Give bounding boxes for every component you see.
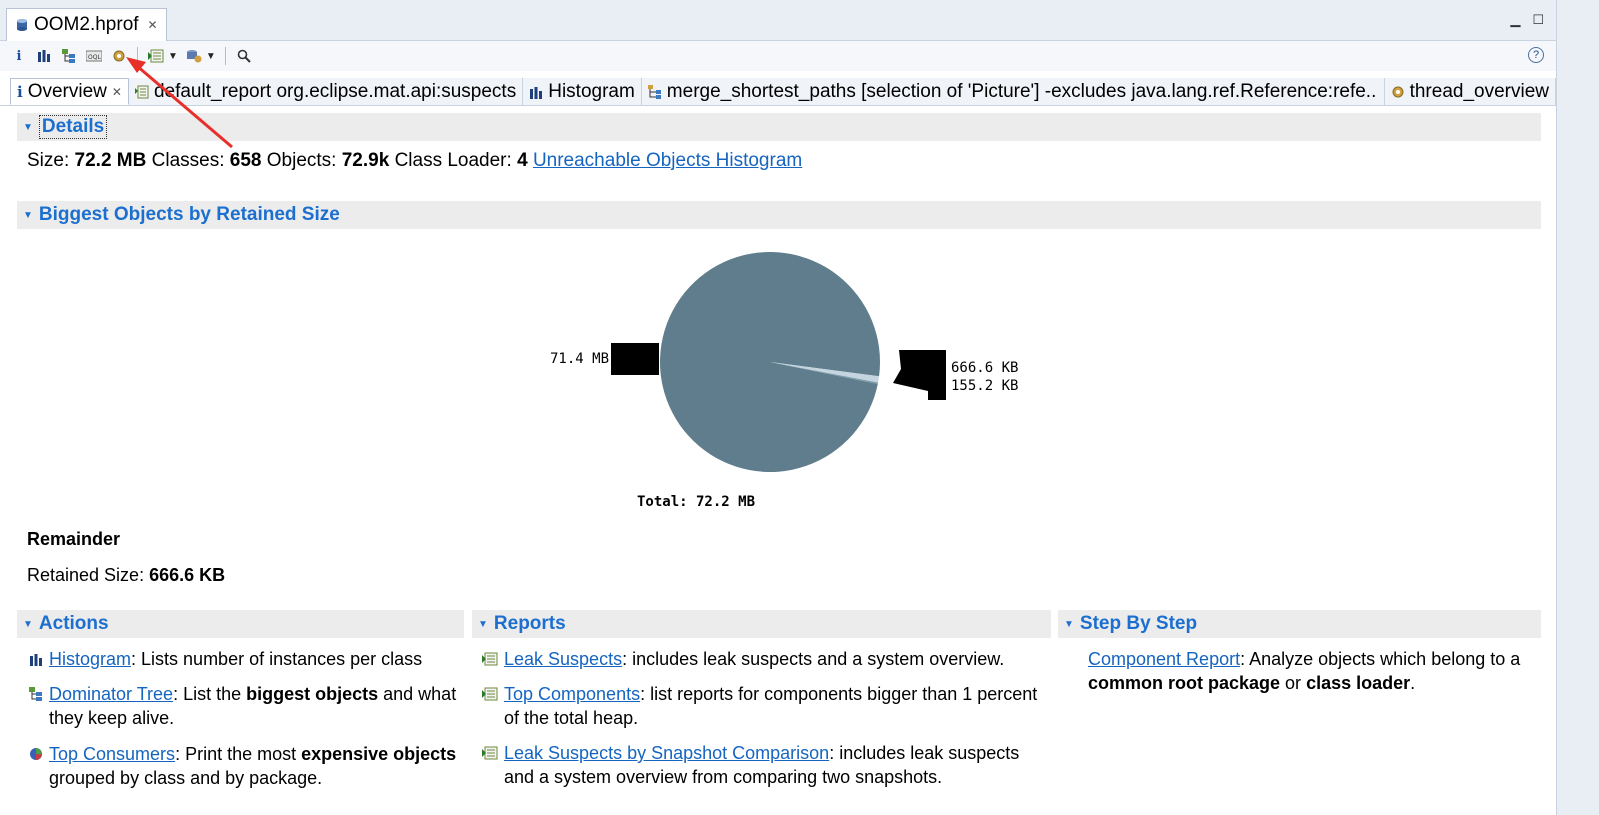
heap-dump-icon bbox=[17, 19, 27, 31]
report-icon bbox=[482, 746, 498, 760]
report-snapshot-comparison: Leak Suspects by Snapshot Comparison: in… bbox=[482, 741, 1042, 789]
report-leak-suspects: Leak Suspects: includes leak suspects an… bbox=[482, 647, 1042, 671]
description-text: or bbox=[1280, 673, 1307, 693]
thread-overview-icon bbox=[1392, 86, 1404, 97]
histogram-icon bbox=[530, 86, 543, 99]
paths-icon bbox=[647, 84, 661, 99]
minimize-icon[interactable]: ▁ bbox=[1510, 12, 1520, 28]
dominator-tree-link[interactable]: Dominator Tree bbox=[49, 684, 173, 704]
info-icon[interactable]: i bbox=[10, 47, 28, 65]
histogram-icon bbox=[30, 654, 42, 666]
toolbar: i OQL ▼ ▼ ? bbox=[0, 41, 1556, 71]
step-by-step-section-header[interactable]: ▼ Step By Step bbox=[1058, 610, 1541, 638]
tab-overview[interactable]: i Overview ✕ bbox=[10, 78, 129, 105]
report-icon bbox=[482, 652, 498, 666]
section-title: Actions bbox=[38, 613, 109, 634]
help-icon[interactable]: ? bbox=[1528, 47, 1544, 63]
tab-thread-overview[interactable]: thread_overview bbox=[1384, 78, 1556, 105]
description-bold: common root package bbox=[1088, 673, 1281, 693]
section-title: Step By Step bbox=[1079, 613, 1198, 634]
chevron-down-icon[interactable]: ▼ bbox=[478, 619, 488, 630]
editor-tab-title: OOM2.hprof bbox=[34, 14, 139, 35]
report-icon bbox=[482, 687, 498, 701]
maximize-icon[interactable]: ☐ bbox=[1532, 12, 1544, 28]
toolbar-separator bbox=[137, 47, 138, 65]
toolbar-separator bbox=[224, 47, 226, 65]
histogram-icon[interactable] bbox=[35, 47, 53, 65]
editor-tab-bar: OOM2.hprof ✕ ▁ ☐ bbox=[0, 0, 1556, 41]
description-text: grouped by class and by package. bbox=[49, 768, 323, 788]
tab-default-report[interactable]: default_report org.eclipse.mat.api:suspe… bbox=[128, 78, 524, 105]
pie-label: 666.6 KB bbox=[951, 360, 1018, 376]
close-icon[interactable]: ✕ bbox=[148, 18, 158, 32]
pie-label: 155.2 KB bbox=[951, 378, 1018, 394]
chevron-down-icon[interactable]: ▼ bbox=[206, 51, 216, 62]
top-consumers-icon bbox=[30, 748, 42, 760]
section-title: Reports bbox=[493, 613, 566, 634]
description-text: : Print the most bbox=[175, 744, 302, 764]
action-dominator-tree: Dominator Tree: List the biggest objects… bbox=[29, 682, 459, 730]
remainder-size: Retained Size: 666.6 KB bbox=[27, 565, 225, 586]
reports-section-header[interactable]: ▼ Reports bbox=[472, 610, 1051, 638]
chevron-down-icon[interactable]: ▼ bbox=[1064, 619, 1074, 630]
redaction-block bbox=[611, 343, 659, 375]
description-bold: biggest objects bbox=[246, 684, 379, 704]
tab-label: merge_shortest_paths [selection of 'Pict… bbox=[666, 80, 1378, 102]
tab-label: thread_overview bbox=[1409, 80, 1549, 102]
tab-histogram[interactable]: Histogram bbox=[523, 78, 642, 105]
report-icon bbox=[134, 85, 149, 98]
remainder-title: Remainder bbox=[27, 529, 121, 549]
histogram-link[interactable]: Histogram bbox=[49, 649, 131, 669]
redaction-block bbox=[893, 350, 946, 400]
description-text: . bbox=[1410, 673, 1416, 693]
histogram-description: : Lists number of instances per class bbox=[131, 649, 423, 669]
overview-content: ▼ Details Size: 72.2 MB Classes: 658 Obj… bbox=[0, 107, 1556, 815]
action-top-consumers: Top Consumers: Print the most expensive … bbox=[29, 742, 459, 790]
component-report-link[interactable]: Component Report bbox=[1088, 649, 1240, 669]
action-histogram: Histogram: Lists number of instances per… bbox=[29, 647, 459, 671]
right-trim-strip bbox=[1556, 0, 1599, 815]
window-controls: ▁ ☐ bbox=[1510, 12, 1544, 28]
dominator-tree-icon[interactable] bbox=[60, 47, 78, 65]
pie-label: 71.4 MB bbox=[550, 351, 609, 367]
tab-label: Overview bbox=[27, 80, 107, 102]
description-bold: class loader bbox=[1306, 673, 1411, 693]
pie-total-label: Total: 72.2 MB bbox=[637, 494, 755, 510]
thread-overview-icon[interactable] bbox=[110, 47, 128, 65]
retained-size-label: Retained Size: bbox=[27, 565, 145, 585]
result-tab-bar: i Overview ✕ default_report org.eclipse.… bbox=[0, 78, 1556, 106]
tab-merge-shortest-paths[interactable]: merge_shortest_paths [selection of 'Pict… bbox=[641, 78, 1385, 105]
description-text: : includes leak suspects and a system ov… bbox=[622, 649, 1005, 669]
heap-dump-action-icon[interactable] bbox=[185, 47, 203, 65]
top-consumers-link[interactable]: Top Consumers bbox=[49, 744, 175, 764]
description-text: : List the bbox=[173, 684, 247, 704]
leak-suspects-link[interactable]: Leak Suspects bbox=[504, 649, 622, 669]
report-top-components: Top Components: list reports for compone… bbox=[482, 682, 1042, 730]
description-text: : Analyze objects which belong to a bbox=[1240, 649, 1521, 669]
editor-tab-oom2[interactable]: OOM2.hprof ✕ bbox=[6, 8, 167, 41]
pie-slice[interactable] bbox=[660, 251, 880, 472]
close-icon[interactable]: ✕ bbox=[112, 85, 122, 99]
chevron-down-icon[interactable]: ▼ bbox=[168, 51, 178, 62]
top-components-link[interactable]: Top Components bbox=[504, 684, 640, 704]
step-component-report: Component Report: Analyze objects which … bbox=[1088, 647, 1533, 695]
actions-section-header[interactable]: ▼ Actions bbox=[17, 610, 464, 638]
tab-label: Histogram bbox=[548, 80, 635, 102]
run-report-icon[interactable] bbox=[147, 47, 165, 65]
retained-size-value: 666.6 KB bbox=[149, 565, 226, 585]
svg-text:OQL: OQL bbox=[88, 54, 101, 61]
tab-label: default_report org.eclipse.mat.api:suspe… bbox=[153, 80, 517, 102]
search-icon[interactable] bbox=[235, 47, 253, 65]
dominator-tree-icon bbox=[29, 687, 42, 701]
chevron-down-icon[interactable]: ▼ bbox=[23, 619, 33, 630]
snapshot-comparison-link[interactable]: Leak Suspects by Snapshot Comparison bbox=[504, 743, 829, 763]
description-bold: expensive objects bbox=[301, 744, 457, 764]
retained-size-pie-chart: 71.4 MB 666.6 KB 155.2 KB Total: 72.2 MB bbox=[550, 251, 1018, 510]
info-icon: i bbox=[17, 82, 23, 101]
oql-icon[interactable]: OQL bbox=[85, 47, 103, 65]
